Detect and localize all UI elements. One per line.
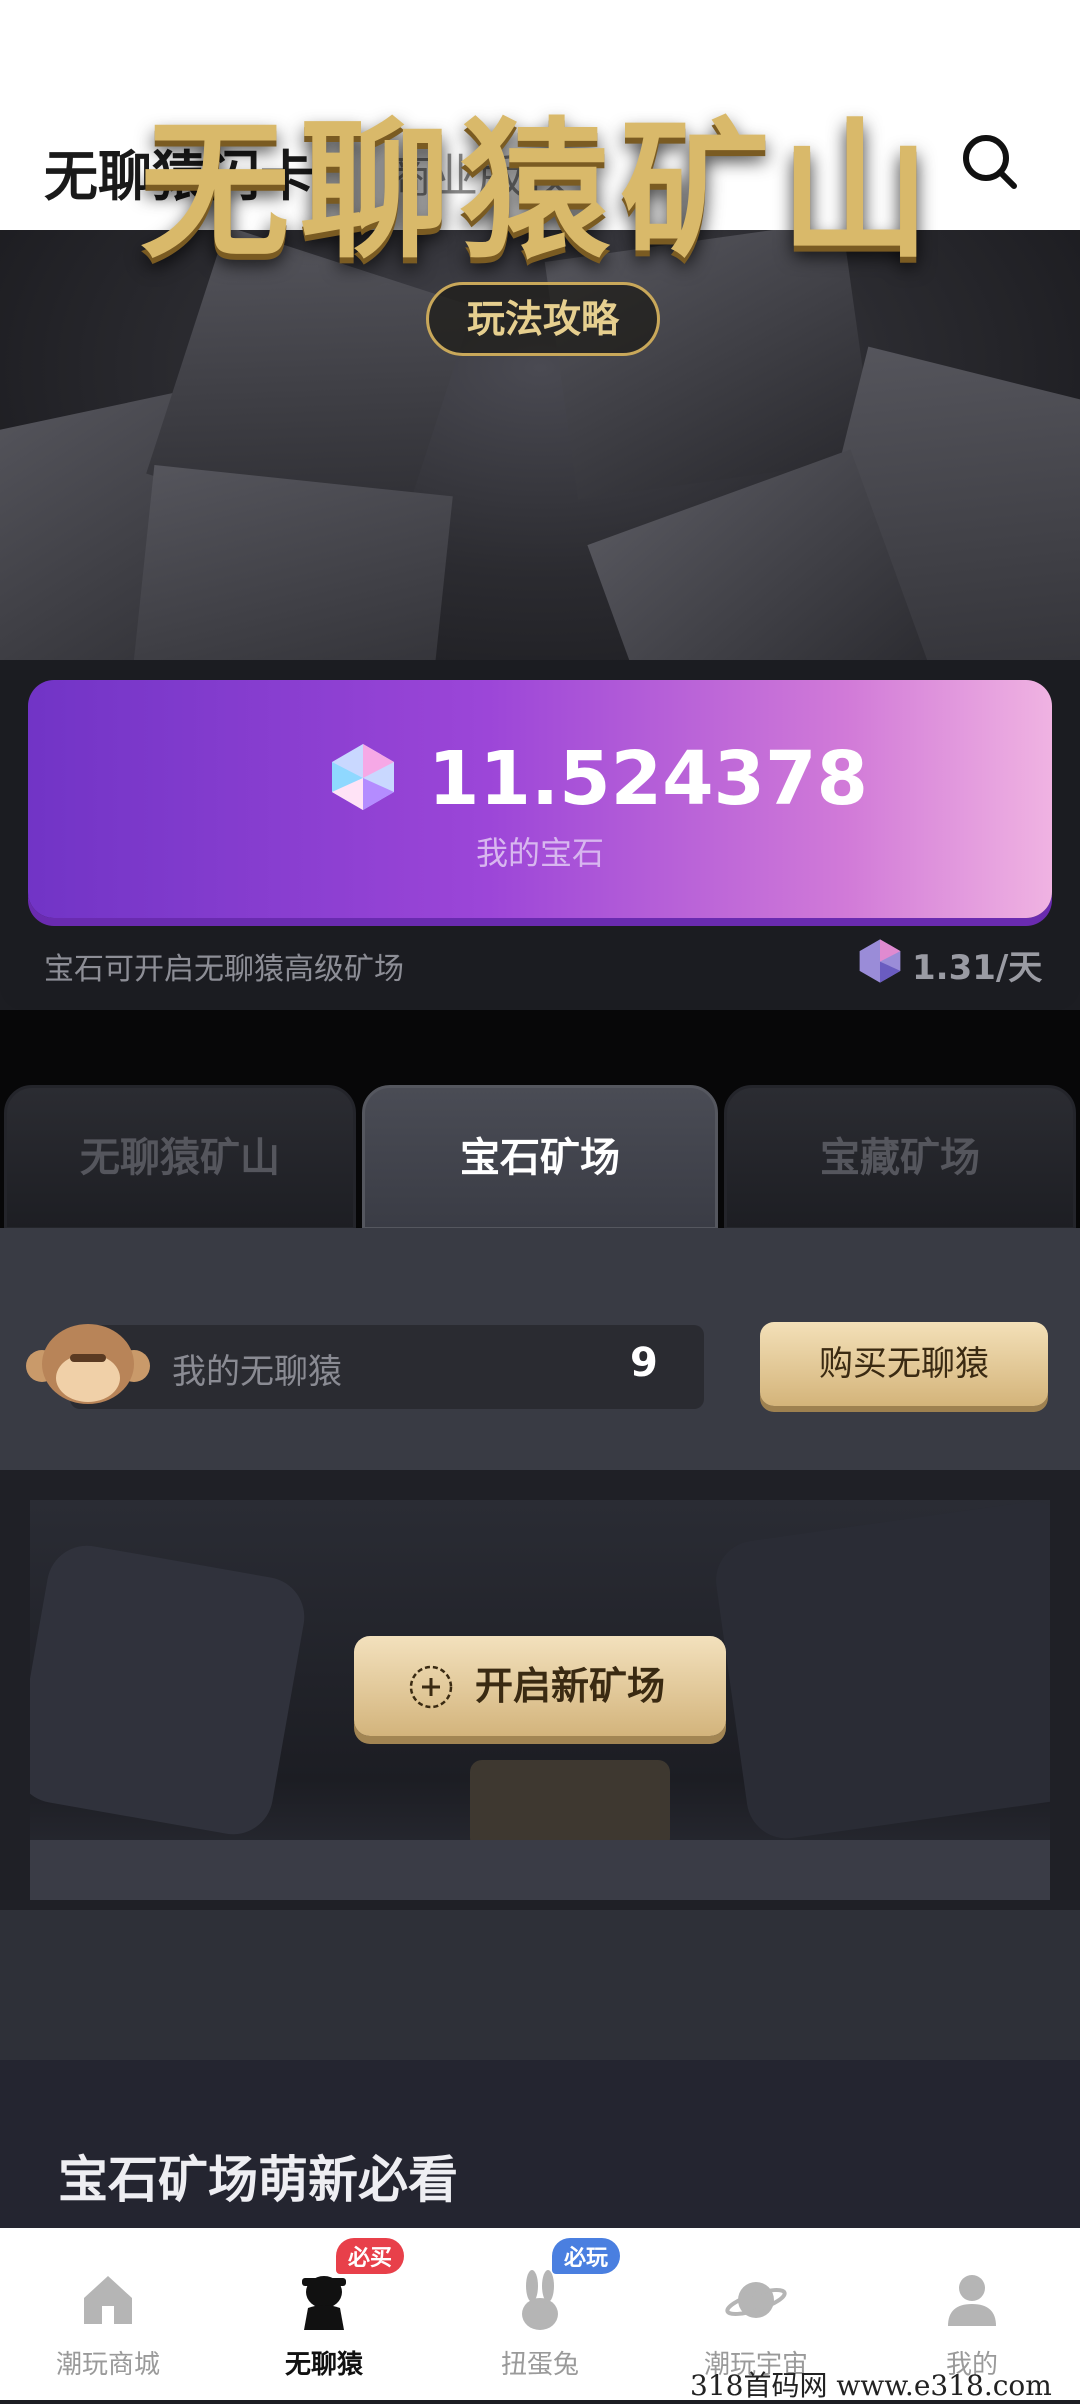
- gem-icon: [330, 742, 396, 812]
- gem-rate-icon: [858, 938, 902, 984]
- nav-item-monkey[interactable]: 必买 无聊猿: [216, 2228, 432, 2400]
- gem-description: 宝石可开启无聊猿高级矿场: [44, 952, 404, 987]
- nav-item-shop[interactable]: 潮玩商城: [0, 2228, 216, 2400]
- nav-label-monkey: 无聊猿: [284, 2350, 363, 2380]
- plus-icon: [408, 1664, 454, 1710]
- home-icon: [76, 2268, 140, 2332]
- nav-badge-must-play: 必玩: [552, 2238, 621, 2274]
- tab-monkey-mine[interactable]: 无聊猿矿山: [4, 1085, 356, 1230]
- buy-monkey-button[interactable]: 购买无聊猿: [760, 1322, 1048, 1406]
- nav-label-gacha-rabbit: 扭蛋兔: [500, 2350, 579, 2380]
- watermark: 318首码网 www.e318.com: [690, 2369, 1052, 2402]
- nav-item-gacha-rabbit[interactable]: 必玩 扭蛋兔: [432, 2228, 648, 2400]
- content-spacer: [0, 1910, 1080, 2060]
- my-monkey-count: 9: [630, 1340, 658, 1386]
- my-monkey-label: 我的无聊猿: [172, 1352, 342, 1392]
- gem-balance: 11.524378: [428, 736, 869, 822]
- gem-daily-rate: 1.31/天: [912, 948, 1043, 988]
- tab-treasure-field[interactable]: 宝藏矿场: [724, 1085, 1076, 1230]
- tab-gem-field[interactable]: 宝石矿场: [362, 1085, 718, 1230]
- monkey-avatar: [24, 1318, 152, 1414]
- planet-icon: [724, 2268, 788, 2332]
- user-icon: [940, 2268, 1004, 2332]
- rabbit-icon: [508, 2268, 572, 2332]
- nav-label-shop: 潮玩商城: [55, 2350, 160, 2380]
- nav-badge-must-buy: 必买: [336, 2238, 405, 2274]
- guide-button[interactable]: 玩法攻略: [426, 282, 660, 356]
- banner-title: 无聊猿矿山: [139, 105, 940, 279]
- gem-balance-label: 我的宝石: [475, 834, 604, 872]
- guide-section-title: 宝石矿场萌新必看: [58, 2151, 458, 2209]
- monkey-icon: [292, 2268, 356, 2332]
- my-monkey-bar: [70, 1325, 704, 1409]
